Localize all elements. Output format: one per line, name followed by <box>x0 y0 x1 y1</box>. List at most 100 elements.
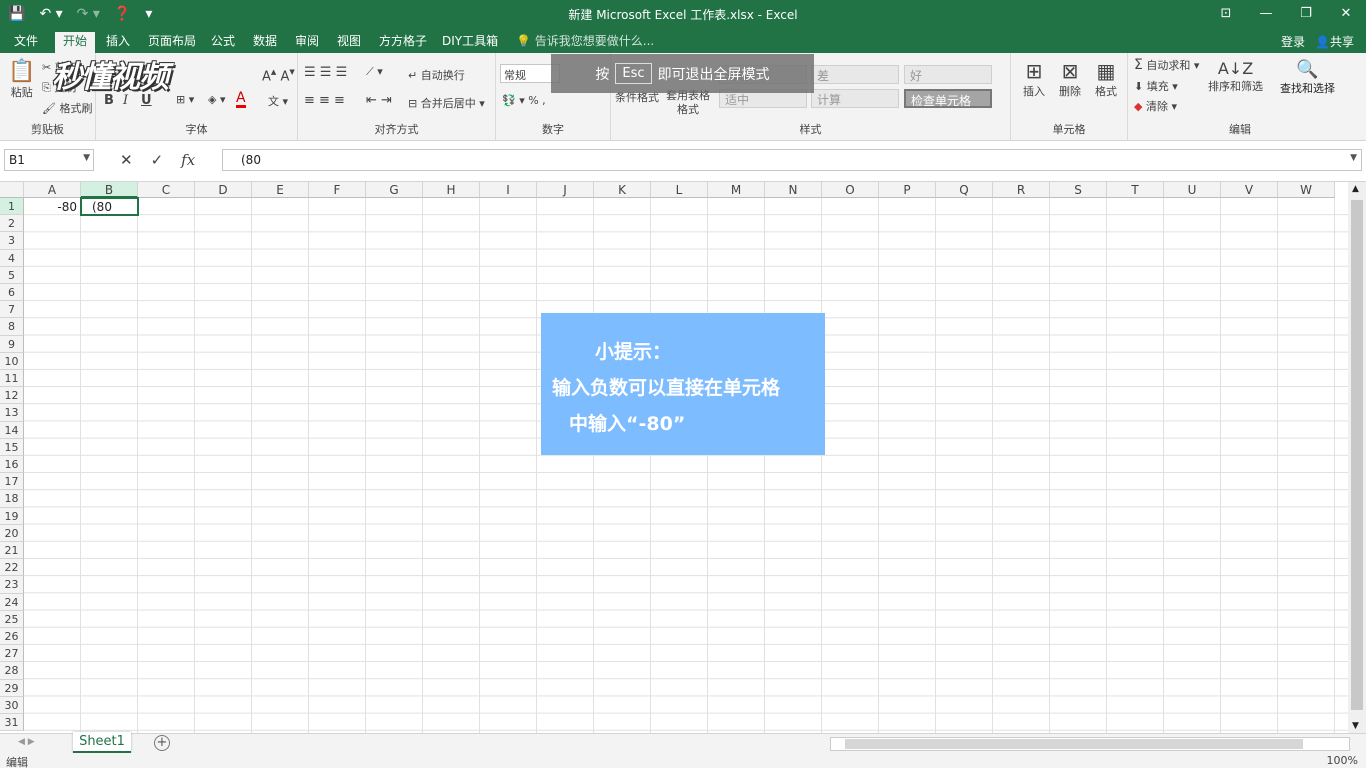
column-header[interactable]: A <box>24 182 81 198</box>
row-header[interactable]: 21 <box>0 542 24 560</box>
format-cells-button[interactable]: ▦ 格式 <box>1095 59 1117 99</box>
row-header[interactable]: 18 <box>0 490 24 508</box>
delete-cells-button[interactable]: ⊠ 删除 <box>1059 59 1081 99</box>
row-header[interactable]: 19 <box>0 507 24 525</box>
sign-in-link[interactable]: 登录 <box>1281 33 1305 50</box>
row-header[interactable]: 27 <box>0 645 24 663</box>
row-header[interactable]: 30 <box>0 696 24 714</box>
scroll-down-icon[interactable]: ▼ <box>1352 721 1359 731</box>
tab-file[interactable]: 文件 <box>6 32 46 53</box>
vertical-scroll-thumb[interactable] <box>1351 200 1363 710</box>
column-header[interactable]: U <box>1164 182 1221 198</box>
minimize-button[interactable]: — <box>1246 0 1286 29</box>
row-header[interactable]: 5 <box>0 266 24 284</box>
column-header[interactable]: B <box>81 182 138 198</box>
sheet-tab-sheet1[interactable]: Sheet1 <box>73 732 131 753</box>
insert-function-icon[interactable]: fx <box>181 151 195 169</box>
column-header[interactable]: K <box>594 182 651 198</box>
top-align-icon[interactable]: ☰ ☰ ☰ <box>304 65 347 80</box>
style-check-cell[interactable]: 检查单元格 <box>904 89 992 108</box>
find-select-button[interactable]: 🔍 查找和选择 <box>1280 59 1335 96</box>
tell-me-search[interactable]: 💡 告诉我您想要做什么... <box>508 32 662 53</box>
cell-a1[interactable]: -80 <box>24 199 77 215</box>
ribbon-display-icon[interactable]: ⊡ <box>1206 0 1246 29</box>
tab-review[interactable]: 审阅 <box>287 32 327 53</box>
sort-filter-button[interactable]: A↓Z 排序和筛选 <box>1208 59 1263 94</box>
indent-icon[interactable]: ⇤ ⇥ <box>366 93 392 108</box>
restore-button[interactable]: ❐ <box>1286 0 1326 29</box>
column-header[interactable]: N <box>765 182 822 198</box>
row-header[interactable]: 14 <box>0 421 24 439</box>
tab-formulas[interactable]: 公式 <box>203 32 243 53</box>
share-button[interactable]: 👤共享 <box>1315 33 1354 50</box>
column-header[interactable]: M <box>708 182 765 198</box>
column-header[interactable]: I <box>480 182 537 198</box>
column-header[interactable]: Q <box>936 182 993 198</box>
row-header[interactable]: 16 <box>0 456 24 474</box>
horizontal-scrollbar[interactable] <box>830 737 1350 751</box>
wrap-text-button[interactable]: ↵ 自动换行 <box>408 67 465 83</box>
tab-fangfang[interactable]: 方方格子 <box>371 32 435 53</box>
column-header[interactable]: R <box>993 182 1050 198</box>
column-header[interactable]: L <box>651 182 708 198</box>
scroll-up-icon[interactable]: ▲ <box>1352 184 1359 194</box>
row-header[interactable]: 31 <box>0 714 24 732</box>
row-header[interactable]: 28 <box>0 662 24 680</box>
row-header[interactable]: 23 <box>0 576 24 594</box>
orientation-icon[interactable]: ⟋ ▾ <box>366 65 383 79</box>
row-header[interactable]: 15 <box>0 438 24 456</box>
column-header[interactable]: H <box>423 182 480 198</box>
row-header[interactable]: 20 <box>0 524 24 542</box>
column-header[interactable]: T <box>1107 182 1164 198</box>
accounting-icon[interactable]: 💱 ▾ % , <box>502 94 546 107</box>
row-header[interactable]: 9 <box>0 335 24 353</box>
row-header[interactable]: 25 <box>0 610 24 628</box>
clear-button[interactable]: ◆ 清除 ▾ <box>1134 98 1177 114</box>
column-header[interactable]: D <box>195 182 252 198</box>
autosum-button[interactable]: Σ 自动求和 ▾ <box>1134 57 1199 73</box>
style-good[interactable]: 好 <box>904 65 992 84</box>
format-painter-button[interactable]: 🖌 格式刷 <box>42 100 92 116</box>
font-color-icon[interactable]: A <box>236 91 246 108</box>
sheet-nav-icon[interactable]: ◀ ▶ <box>18 737 35 747</box>
row-header[interactable]: 4 <box>0 249 24 267</box>
row-header[interactable]: 1 <box>0 198 24 216</box>
column-header[interactable]: W <box>1278 182 1335 198</box>
name-box[interactable]: B1 ▼ <box>4 149 94 171</box>
active-cell-b1[interactable]: (80 <box>80 197 139 217</box>
column-header[interactable]: E <box>252 182 309 198</box>
column-header[interactable]: P <box>879 182 936 198</box>
grow-font-button[interactable]: A▴ A▾ <box>262 65 295 84</box>
row-header[interactable]: 7 <box>0 301 24 319</box>
row-header[interactable]: 13 <box>0 404 24 422</box>
confirm-entry-icon[interactable]: ✓ <box>151 151 164 169</box>
row-header[interactable]: 6 <box>0 284 24 302</box>
fill-button[interactable]: ⬇ 填充 ▾ <box>1134 78 1178 94</box>
row-header[interactable]: 29 <box>0 679 24 697</box>
column-header[interactable]: J <box>537 182 594 198</box>
phonetic-icon[interactable]: 文 ▾ <box>268 93 288 109</box>
row-header[interactable]: 24 <box>0 593 24 611</box>
row-header[interactable]: 17 <box>0 473 24 491</box>
style-bad[interactable]: 差 <box>811 65 899 84</box>
row-header[interactable]: 3 <box>0 232 24 250</box>
vertical-scrollbar[interactable]: ▲ ▼ <box>1348 182 1366 733</box>
column-header[interactable]: C <box>138 182 195 198</box>
horizontal-scroll-thumb[interactable] <box>845 739 1303 749</box>
cancel-entry-icon[interactable]: ✕ <box>120 151 133 169</box>
row-header[interactable]: 2 <box>0 215 24 233</box>
paste-button[interactable]: 📋 粘贴 <box>8 59 35 100</box>
merge-center-button[interactable]: ⊟ 合并后居中 ▾ <box>408 95 485 111</box>
close-button[interactable]: ✕ <box>1326 0 1366 29</box>
tab-insert[interactable]: 插入 <box>98 32 138 53</box>
column-header[interactable]: O <box>822 182 879 198</box>
row-header[interactable]: 10 <box>0 352 24 370</box>
zoom-level[interactable]: 100% <box>1327 754 1358 767</box>
column-header[interactable]: F <box>309 182 366 198</box>
insert-cells-button[interactable]: ⊞ 插入 <box>1023 59 1045 99</box>
expand-formula-icon[interactable]: ▼ <box>1350 153 1357 163</box>
tab-home[interactable]: 开始 <box>55 32 96 53</box>
format-as-table-button[interactable]: 套用表格格式 <box>661 89 715 117</box>
add-sheet-icon[interactable]: + <box>154 735 170 751</box>
worksheet-grid[interactable]: A B C D E F G H I J K L M N O P Q R S T U V W 1 2 3 4 5 6 7 8 9 10 11 12 13… <box>0 182 1348 733</box>
